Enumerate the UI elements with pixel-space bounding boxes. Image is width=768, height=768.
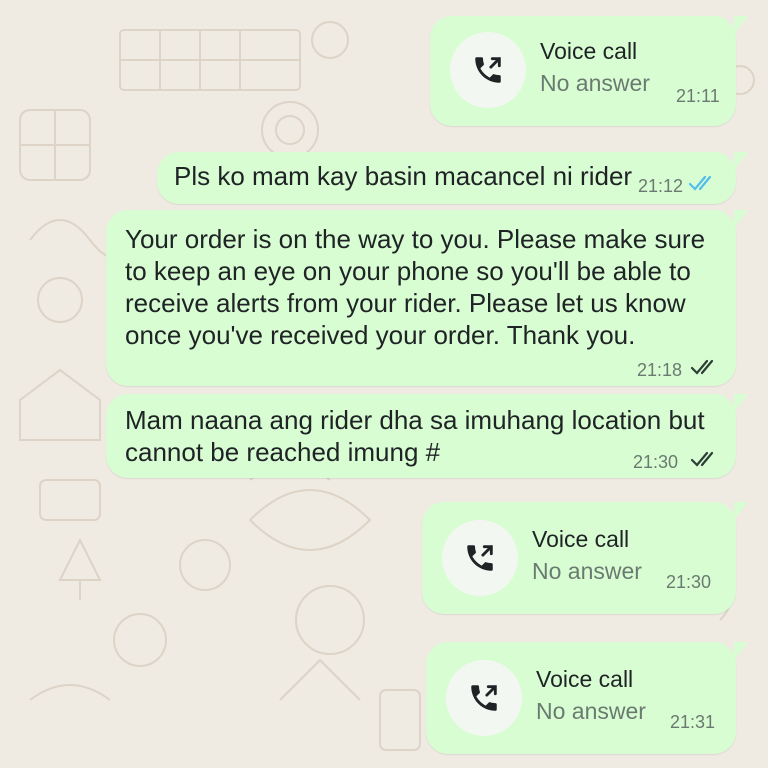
call-button-6[interactable]: [446, 660, 522, 736]
message-time: 21:31: [670, 712, 716, 732]
message-line-2: cannot be reached imung #: [125, 437, 441, 467]
message-text: Pls ko mam kay basin macancel ni rider: [174, 161, 633, 191]
call-button-1[interactable]: [450, 32, 526, 108]
message-line-4: once you've received your order. Thank y…: [125, 320, 636, 350]
call-bubble-6[interactable]: Voice call No answer 21:31: [426, 642, 748, 754]
double-check-icon: [690, 359, 714, 375]
message-bubble-4[interactable]: Mam naana ang rider dha sa imuhang locat…: [106, 394, 748, 478]
message-time: 21:11: [676, 86, 720, 106]
message-line-2: to keep an eye on your phone so you'll b…: [125, 256, 691, 286]
message-time: 21:18: [637, 360, 683, 380]
message-line-1: Your order is on the way to you. Please …: [125, 224, 706, 254]
message-bubble-2[interactable]: Pls ko mam kay basin macancel ni rider 2…: [157, 152, 748, 204]
message-time: 21:30: [666, 572, 712, 592]
message-bubble-3[interactable]: Your order is on the way to you. Please …: [106, 210, 748, 386]
call-title: Voice call: [536, 666, 634, 692]
message-line-3: receive alerts from your rider. Please l…: [125, 288, 686, 318]
call-status: No answer: [540, 70, 650, 96]
message-time: 21:30: [633, 452, 679, 472]
call-status: No answer: [536, 698, 646, 724]
message-line-1: Mam naana ang rider dha sa imuhang locat…: [125, 405, 705, 435]
call-status: No answer: [532, 558, 642, 584]
call-bubble-1[interactable]: Voice call No answer 21:11: [430, 16, 748, 126]
call-bubble-5[interactable]: Voice call No answer 21:30: [422, 502, 748, 614]
call-title: Voice call: [540, 38, 638, 64]
call-button-5[interactable]: [442, 520, 518, 596]
double-check-icon: [690, 451, 714, 467]
outgoing-call-icon: [467, 545, 493, 571]
message-time: 21:12: [638, 176, 684, 196]
call-title: Voice call: [532, 526, 630, 552]
double-check-icon: [688, 175, 712, 191]
outgoing-call-icon: [475, 57, 501, 83]
outgoing-call-icon: [471, 685, 497, 711]
